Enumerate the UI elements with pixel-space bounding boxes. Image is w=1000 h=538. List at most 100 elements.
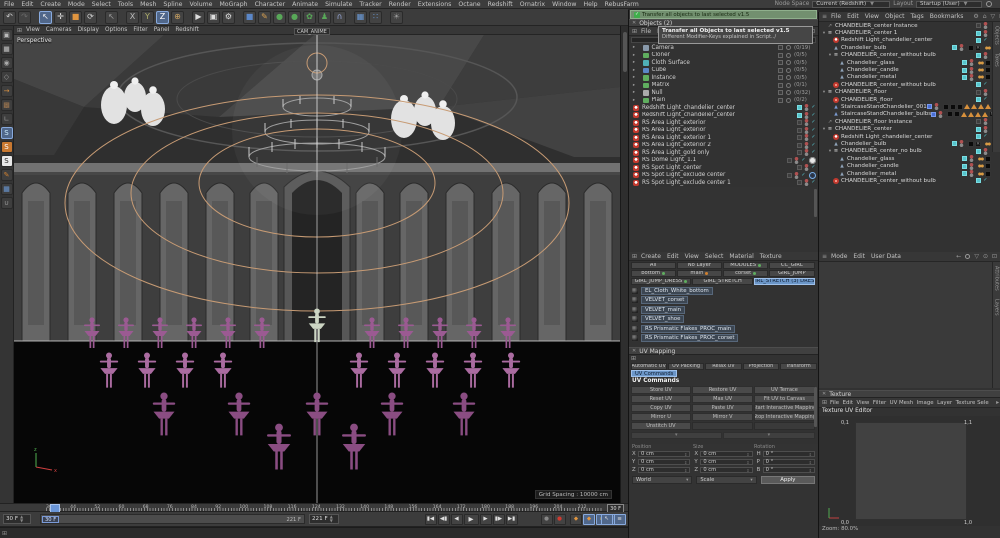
uv-command-button[interactable]: Start Interactive Mapping	[754, 404, 815, 412]
tag-icon[interactable]	[985, 141, 991, 147]
keyframe-list-icon[interactable]: ≡	[614, 514, 626, 525]
hierarchy-menu-item[interactable]: Object	[885, 13, 905, 20]
tag-icon[interactable]	[985, 67, 991, 73]
coord-system-dropdown[interactable]: World▾	[632, 476, 692, 484]
tag-icon[interactable]	[985, 60, 991, 66]
tag-icon[interactable]	[985, 74, 991, 80]
toolbar-icon[interactable]: ✛	[54, 11, 67, 24]
viewport-menu-item[interactable]: View	[26, 27, 40, 33]
layer-toggle[interactable]	[962, 171, 967, 176]
layer-toggle[interactable]	[797, 143, 802, 148]
material-thumbnail[interactable]	[631, 334, 639, 342]
toolbar-icon[interactable]: ✎	[258, 11, 271, 24]
uv-command-button[interactable]: Store UV	[631, 386, 692, 394]
node-space-dropdown[interactable]: Current (Redshift)▼	[812, 1, 890, 8]
menu-item[interactable]: Mode	[68, 1, 85, 8]
toolbar-icon[interactable]	[99, 11, 103, 24]
enable-marks[interactable]	[969, 67, 974, 74]
layer-toggle[interactable]	[976, 90, 981, 95]
layer-chip[interactable]: GIRL_STRETCH (3) DRESS	[754, 278, 815, 285]
uv-tab[interactable]: Relax UV	[705, 363, 741, 370]
uv-command-button[interactable]: Paste UV	[692, 404, 753, 412]
menu-item[interactable]: RebusFarm	[605, 1, 639, 8]
tag-icon[interactable]	[978, 74, 984, 80]
enable-marks[interactable]	[969, 170, 974, 177]
filter-icon[interactable]: ▽	[991, 13, 996, 20]
viewport-menu-item[interactable]: Redshift	[175, 27, 199, 33]
uv-dropdown[interactable]: ▾	[723, 432, 815, 439]
tag-icon[interactable]	[950, 104, 956, 110]
ghost-icon[interactable]: ⌂	[983, 13, 987, 20]
filter-row[interactable]: ▸ Plain (0/2)	[629, 97, 818, 105]
texture-menu-item[interactable]: Layer	[937, 400, 952, 406]
hierarchy-row[interactable]: Chandelier_candle	[819, 162, 993, 169]
layer-toggle[interactable]	[797, 150, 802, 155]
frame-range-slider[interactable]: 30 F 221 F	[40, 514, 305, 524]
toolbar-icon[interactable]: ✿	[303, 11, 316, 24]
uv-commands-tab[interactable]: UV Commands	[631, 370, 677, 377]
toolbar-icon[interactable]: ☀	[390, 11, 403, 24]
mode-icon[interactable]: ◉	[1, 57, 13, 69]
hierarchy-row[interactable]: Chandelier_metal	[819, 170, 993, 177]
hierarchy-menu-item[interactable]: Tags	[911, 13, 924, 20]
attribute-body[interactable]	[819, 262, 993, 388]
layer-chip[interactable]: bottom	[631, 270, 676, 277]
enable-marks[interactable]	[959, 44, 964, 51]
viewport-menu-item[interactable]: Options	[105, 27, 127, 33]
toolbar-icon[interactable]	[348, 11, 352, 24]
toolbar-icon[interactable]: ●	[273, 11, 286, 24]
menu-item[interactable]: Render	[389, 1, 411, 8]
layer-toggle[interactable]	[976, 53, 981, 58]
enable-marks[interactable]	[983, 89, 988, 96]
material-thumbnail[interactable]	[631, 306, 639, 314]
tag-icon[interactable]	[985, 156, 991, 162]
texture-menu-item[interactable]: View	[857, 400, 870, 406]
layer-toggle[interactable]	[787, 173, 792, 178]
menu-item[interactable]: Octane	[458, 1, 480, 8]
hierarchy-row[interactable]: ▾ CHANDELIER_center_no bulb	[819, 148, 993, 155]
close-icon[interactable]: ✕	[822, 391, 826, 397]
filter-checkbox[interactable]	[778, 98, 783, 103]
scrollbar[interactable]	[814, 189, 817, 217]
side-tab[interactable]: Layers	[994, 295, 1000, 320]
uv-tab[interactable]: Transform	[780, 363, 816, 370]
enable-marks[interactable]	[983, 81, 988, 88]
layer-chip[interactable]: GIRL_JUMP	[769, 270, 814, 277]
uv-mapping-header[interactable]: ✕ UV Mapping	[629, 347, 818, 355]
attribute-menu-item[interactable]: User Data	[871, 253, 901, 260]
toolbar-icon[interactable]: Z	[156, 11, 169, 24]
back-arrow-icon[interactable]: ←	[956, 253, 961, 260]
autokey-record-icon[interactable]: ●	[554, 514, 566, 525]
menu-item[interactable]: Create	[40, 1, 61, 8]
uv-tab[interactable]: Projection	[743, 363, 779, 370]
toolbar-icon[interactable]: ⟳	[84, 11, 97, 24]
enable-marks[interactable]	[983, 52, 988, 59]
record-position-icon[interactable]: ●	[541, 514, 553, 525]
mode-icon[interactable]: S	[1, 155, 13, 167]
filter-checkbox[interactable]	[778, 90, 783, 95]
position-field[interactable]: 0 cm⇕	[638, 451, 690, 458]
light-row[interactable]: RS Area Light_exterior 1	[629, 134, 818, 142]
filter-row[interactable]: ▸ Matrix (0/1)	[629, 82, 818, 90]
mode-icon[interactable]: ∟	[1, 113, 13, 125]
enable-dots[interactable]	[804, 112, 809, 119]
material-menu-item[interactable]: Material	[729, 253, 753, 260]
filter-checkbox[interactable]	[778, 75, 783, 80]
enable-marks[interactable]	[969, 155, 974, 162]
enable-marks[interactable]	[983, 118, 988, 125]
transfer-script-button[interactable]: ✓ Transfer all objects to last selected …	[630, 10, 817, 19]
texture-panel-header[interactable]: ✕ Texture	[819, 390, 1000, 398]
enable-dots[interactable]	[794, 172, 799, 179]
hierarchy-row[interactable]: CHANDELIER_floor Instance	[819, 118, 993, 125]
filter-row[interactable]: ▸ Cube (0/5)	[629, 67, 818, 75]
uv-command-button[interactable]: Mirror U	[631, 413, 692, 421]
filter-checkbox[interactable]	[778, 53, 783, 58]
toolbar-icon[interactable]	[384, 11, 388, 24]
hierarchy-menu-item[interactable]: View	[865, 13, 879, 20]
toolbar-icon[interactable]: ▶	[192, 11, 205, 24]
camera-name-chip[interactable]: CAM_ANIME	[294, 28, 330, 35]
uv-command-button[interactable]: Fit UV to Canvas	[754, 395, 815, 403]
light-row[interactable]: RS Area Light_exterior	[629, 127, 818, 135]
side-tab[interactable]: Objects	[994, 22, 1000, 49]
viewport-menu-item[interactable]: Filter	[133, 27, 147, 33]
